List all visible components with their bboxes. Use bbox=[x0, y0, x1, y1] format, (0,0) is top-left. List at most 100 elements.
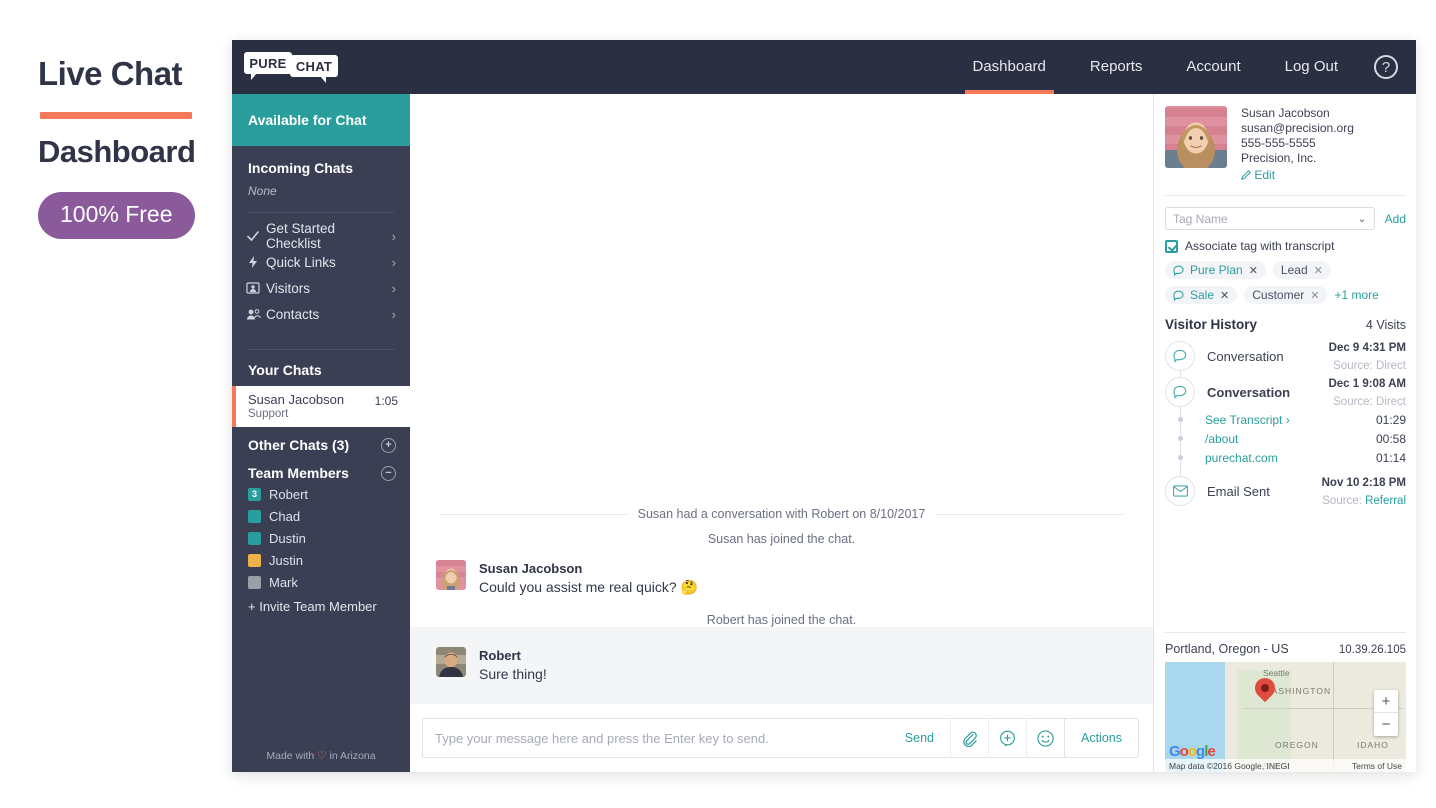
event-meta: Nov 10 2:18 PM Source: Referral bbox=[1322, 473, 1406, 509]
event-label: Email Sent bbox=[1207, 483, 1270, 499]
team-member-chad[interactable]: Chad bbox=[232, 505, 410, 527]
sidebar-item-quick-links[interactable]: Quick Links › bbox=[232, 249, 410, 275]
contact-avatar bbox=[1165, 106, 1227, 168]
availability-status[interactable]: Available for Chat bbox=[232, 94, 410, 146]
logo-text-pure: PURE bbox=[249, 56, 287, 71]
sidebar-label: Contacts bbox=[266, 306, 320, 322]
timeline-dot bbox=[1178, 417, 1183, 422]
location-map[interactable]: Seattle WASHINGTON OREGON IDAHO Seattle … bbox=[1165, 662, 1406, 772]
add-tag-button[interactable]: Add bbox=[1385, 212, 1406, 226]
g-letter-4: g bbox=[1196, 743, 1205, 760]
chevron-right-icon: › bbox=[391, 306, 396, 322]
timeline-event-conversation-2[interactable]: Conversation Dec 1 9:08 AM Source: Direc… bbox=[1165, 374, 1406, 410]
chat-item-duration: 1:05 bbox=[374, 394, 398, 408]
sidebar-item-get-started-checklist[interactable]: Get Started Checklist › bbox=[232, 221, 410, 251]
contact-email: susan@precision.org bbox=[1241, 121, 1354, 135]
invite-team-member-link[interactable]: + Invite Team Member bbox=[232, 593, 410, 620]
remove-tag-icon[interactable]: ✕ bbox=[1314, 264, 1323, 277]
nav-item-dashboard[interactable]: Dashboard bbox=[951, 40, 1068, 94]
edit-contact-link[interactable]: Edit bbox=[1241, 168, 1354, 183]
left-sidebar: Available for Chat Incoming Chats None G… bbox=[232, 94, 410, 772]
event-source: Source: Direct bbox=[1333, 396, 1406, 408]
tag-chip-sale[interactable]: Sale ✕ bbox=[1165, 286, 1238, 304]
status-swatch bbox=[248, 553, 261, 567]
purechat-logo[interactable]: PURE CHAT bbox=[244, 52, 338, 83]
visitor-history-title: Visitor History bbox=[1165, 317, 1258, 332]
nav-item-reports[interactable]: Reports bbox=[1068, 40, 1165, 94]
other-chats-row[interactable]: Other Chats (3) + bbox=[232, 427, 410, 455]
remove-tag-icon[interactable]: ✕ bbox=[1249, 264, 1258, 277]
status-swatch bbox=[248, 509, 261, 523]
map-terms-link[interactable]: Terms of Use bbox=[1352, 761, 1402, 771]
event-meta: Dec 9 4:31 PM Source: Direct bbox=[1329, 338, 1406, 374]
source-value: Direct bbox=[1375, 396, 1406, 408]
timeline-event-conversation-1[interactable]: Conversation Dec 9 4:31 PM Source: Direc… bbox=[1165, 338, 1406, 374]
incoming-chats-title: Incoming Chats bbox=[248, 160, 354, 176]
sidebar-footer: Made with ♡ in Arizona bbox=[232, 750, 410, 762]
collapse-minus-icon[interactable]: − bbox=[381, 465, 396, 481]
sidebar-item-visitors[interactable]: Visitors › bbox=[232, 275, 410, 301]
message-input[interactable] bbox=[423, 730, 899, 746]
timeline-subevent-about[interactable]: /about 00:58 bbox=[1165, 429, 1406, 448]
remove-tag-icon[interactable]: ✕ bbox=[1310, 289, 1319, 302]
team-members-row[interactable]: Team Members − bbox=[232, 455, 410, 483]
chat-bubble-icon bbox=[1173, 290, 1184, 301]
tag-chip-pure-plan[interactable]: Pure Plan ✕ bbox=[1165, 261, 1266, 279]
visitor-icon bbox=[246, 281, 266, 295]
event-label: Conversation bbox=[1207, 384, 1291, 400]
member-name: Chad bbox=[269, 508, 301, 524]
other-chats-label: Other Chats (3) bbox=[248, 437, 350, 453]
map-label-seattle: Seattle bbox=[1263, 668, 1290, 678]
actions-button[interactable]: Actions bbox=[1064, 718, 1138, 758]
more-tags-link[interactable]: +1 more bbox=[1334, 288, 1378, 302]
contact-company: Precision, Inc. bbox=[1241, 151, 1317, 165]
associate-tag-checkbox[interactable] bbox=[1165, 239, 1178, 253]
team-member-dustin[interactable]: Dustin bbox=[232, 527, 410, 549]
team-member-mark[interactable]: Mark bbox=[232, 571, 410, 593]
map-zoom-in-button[interactable]: + bbox=[1374, 690, 1398, 713]
map-zoom-out-button[interactable]: − bbox=[1374, 713, 1398, 736]
see-transcript-link[interactable]: See Transcript › bbox=[1205, 413, 1290, 427]
remove-tag-icon[interactable]: ✕ bbox=[1220, 289, 1229, 302]
event-date: Dec 1 9:08 AM bbox=[1328, 378, 1406, 390]
message-text: Could you assist me real quick? 🤔 bbox=[479, 579, 698, 595]
timeline-subevent-purechat[interactable]: purechat.com 01:14 bbox=[1165, 448, 1406, 467]
canned-response-icon[interactable] bbox=[988, 718, 1026, 758]
member-name: Mark bbox=[269, 574, 298, 590]
message-author: Susan Jacobson bbox=[479, 561, 583, 576]
help-icon[interactable]: ? bbox=[1374, 55, 1398, 79]
g-letter-6: e bbox=[1207, 743, 1215, 760]
edit-label: Edit bbox=[1254, 168, 1276, 182]
associate-tag-row[interactable]: Associate tag with transcript bbox=[1165, 239, 1406, 253]
event-source: Source: Direct bbox=[1333, 360, 1406, 372]
expand-plus-icon[interactable]: + bbox=[381, 437, 396, 453]
bolt-icon bbox=[246, 255, 266, 269]
chat-list-item-susan-jacobson[interactable]: Susan Jacobson Support 1:05 bbox=[232, 386, 410, 427]
tag-chip-customer[interactable]: Customer ✕ bbox=[1244, 286, 1328, 304]
g-letter-2: o bbox=[1179, 743, 1189, 760]
message-body: Susan Jacobson Could you assist me real … bbox=[479, 560, 698, 596]
nav-item-logout[interactable]: Log Out bbox=[1263, 40, 1360, 94]
page-link-about[interactable]: /about bbox=[1205, 432, 1238, 446]
google-watermark: Google bbox=[1169, 743, 1216, 760]
timeline-event-email-sent[interactable]: Email Sent Nov 10 2:18 PM Source: Referr… bbox=[1165, 473, 1406, 509]
sidebar-item-contacts[interactable]: Contacts › bbox=[232, 301, 410, 327]
page-link-purechat[interactable]: purechat.com bbox=[1205, 451, 1278, 465]
footer-text-post: in Arizona bbox=[326, 750, 376, 762]
attachment-icon[interactable] bbox=[950, 718, 988, 758]
tag-chip-lead[interactable]: Lead ✕ bbox=[1272, 261, 1331, 279]
tag-name-select[interactable]: Tag Name ⌄ bbox=[1165, 207, 1375, 230]
team-member-robert[interactable]: 3 Robert bbox=[232, 483, 410, 505]
send-button[interactable]: Send bbox=[899, 731, 950, 745]
emoji-icon[interactable] bbox=[1026, 718, 1064, 758]
chat-item-text: Susan Jacobson Support bbox=[248, 392, 344, 420]
timeline-subevent-transcript[interactable]: See Transcript › 01:29 bbox=[1165, 410, 1406, 429]
map-attribution-bar: Map data ©2016 Google, INEGI Terms of Us… bbox=[1165, 759, 1406, 772]
chat-transcript[interactable]: Susan had a conversation with Robert on … bbox=[410, 94, 1153, 708]
conversation-separator: Susan had a conversation with Robert on … bbox=[410, 507, 1153, 521]
visit-count: 4 Visits bbox=[1365, 318, 1406, 332]
nav-item-account[interactable]: Account bbox=[1164, 40, 1262, 94]
source-value: Direct bbox=[1375, 360, 1406, 372]
team-member-justin[interactable]: Justin bbox=[232, 549, 410, 571]
contact-info: Susan Jacobson susan@precision.org 555-5… bbox=[1241, 106, 1354, 183]
